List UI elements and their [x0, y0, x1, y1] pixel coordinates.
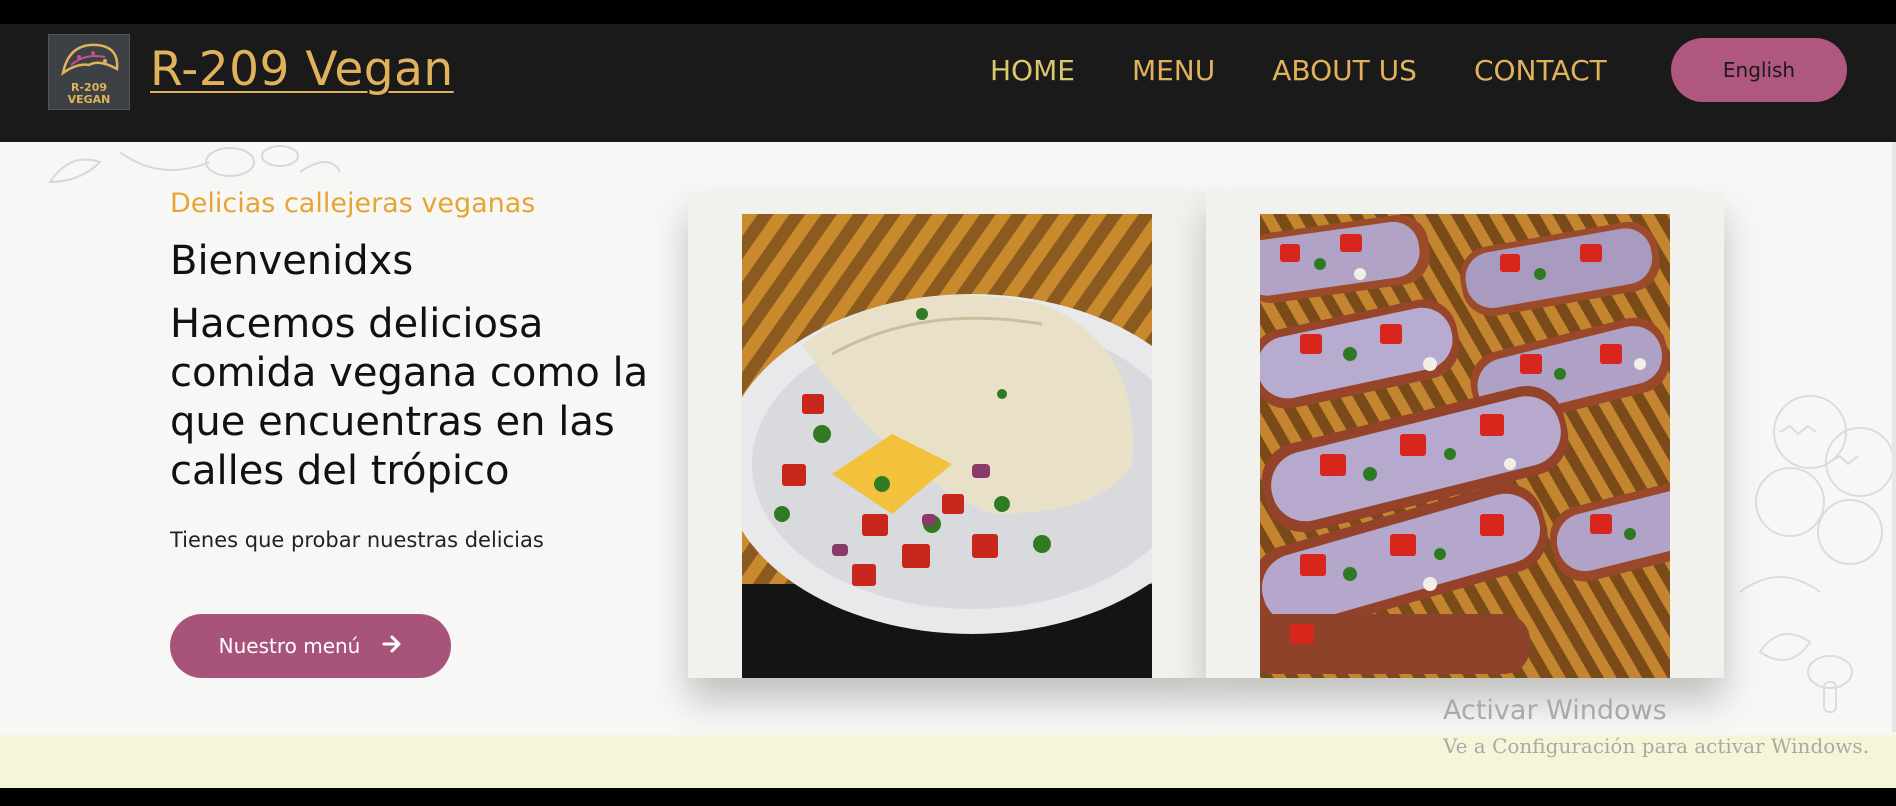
taco-plate-photo: [742, 214, 1152, 678]
top-strip: [0, 0, 1896, 24]
taco-logo-icon: R-209 VEGAN: [61, 43, 119, 106]
nav-contact[interactable]: CONTACT: [1474, 54, 1607, 87]
language-button[interactable]: English: [1671, 38, 1847, 102]
activation-subtitle: Ve a Configuración para activar Windows.: [1443, 734, 1870, 758]
svg-text:VEGAN: VEGAN: [68, 93, 111, 106]
hero-headline: Hacemos deliciosa comida vegana como la …: [170, 301, 649, 494]
nav-about-us[interactable]: ABOUT US: [1272, 54, 1417, 87]
vegetable-sketch-decoration: [1739, 395, 1895, 713]
hero-section: Delicias callejeras veganas Bienvenidxs …: [0, 142, 1896, 735]
logo[interactable]: R-209 VEGAN: [48, 34, 130, 110]
bottom-strip: [0, 788, 1896, 806]
hero-tagline: Delicias callejeras veganas: [170, 188, 536, 219]
main-nav: HOME MENU ABOUT US CONTACT: [990, 54, 1664, 87]
windows-activation-watermark: Activar Windows Ve a Configuración para …: [1443, 695, 1869, 758]
activation-title: Activar Windows: [1443, 695, 1667, 726]
image-card-tacos: [688, 192, 1206, 678]
image-card-bruschetta: [1206, 192, 1724, 678]
navbar: R-209 VEGAN R-209 Vegan HOME MENU ABOUT …: [0, 24, 1896, 142]
hero-subtext: Tienes que probar nuestras delicias: [170, 528, 544, 552]
menu-cta-button[interactable]: Nuestro menú: [170, 614, 451, 678]
cta-label: Nuestro menú: [218, 634, 361, 658]
nav-home[interactable]: HOME: [990, 54, 1075, 87]
brand-link[interactable]: R-209 Vegan: [150, 42, 454, 97]
hero-welcome: Bienvenidxs: [170, 238, 414, 284]
leaf-sketch-decoration: [48, 145, 340, 184]
scrollbar[interactable]: [1892, 142, 1896, 732]
bruschetta-tray-photo: [1260, 214, 1670, 678]
arrow-right-icon: [382, 634, 402, 658]
nav-menu[interactable]: MENU: [1132, 54, 1215, 87]
